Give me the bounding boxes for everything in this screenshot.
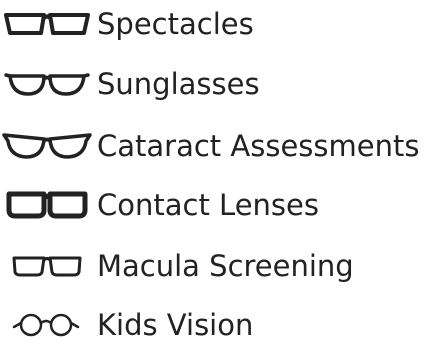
service-label: Spectacles bbox=[97, 7, 254, 41]
service-item-sunglasses[interactable]: Sunglasses bbox=[0, 60, 431, 108]
cat-eye-glasses-icon bbox=[0, 122, 92, 170]
service-item-cataract-assessments[interactable]: Cataract Assessments bbox=[0, 122, 431, 170]
service-label: Sunglasses bbox=[97, 67, 260, 101]
service-label: Kids Vision bbox=[97, 308, 254, 342]
service-item-kids-vision[interactable]: Kids Vision bbox=[0, 301, 431, 349]
round-glasses-icon bbox=[0, 301, 92, 349]
service-item-spectacles[interactable]: Spectacles bbox=[0, 0, 431, 48]
services-list: Spectacles Sunglasses Cataract Assessmen… bbox=[0, 0, 431, 342]
rectangular-glasses-icon bbox=[0, 0, 92, 48]
service-item-macula-screening[interactable]: Macula Screening bbox=[0, 242, 431, 290]
bold-rectangular-glasses-icon bbox=[0, 181, 92, 229]
service-label: Cataract Assessments bbox=[97, 129, 420, 163]
service-label: Macula Screening bbox=[97, 249, 354, 283]
service-label: Contact Lenses bbox=[97, 188, 319, 222]
service-item-contact-lenses[interactable]: Contact Lenses bbox=[0, 181, 431, 229]
wide-rectangular-glasses-icon bbox=[0, 242, 92, 290]
rounded-glasses-icon bbox=[0, 60, 92, 108]
